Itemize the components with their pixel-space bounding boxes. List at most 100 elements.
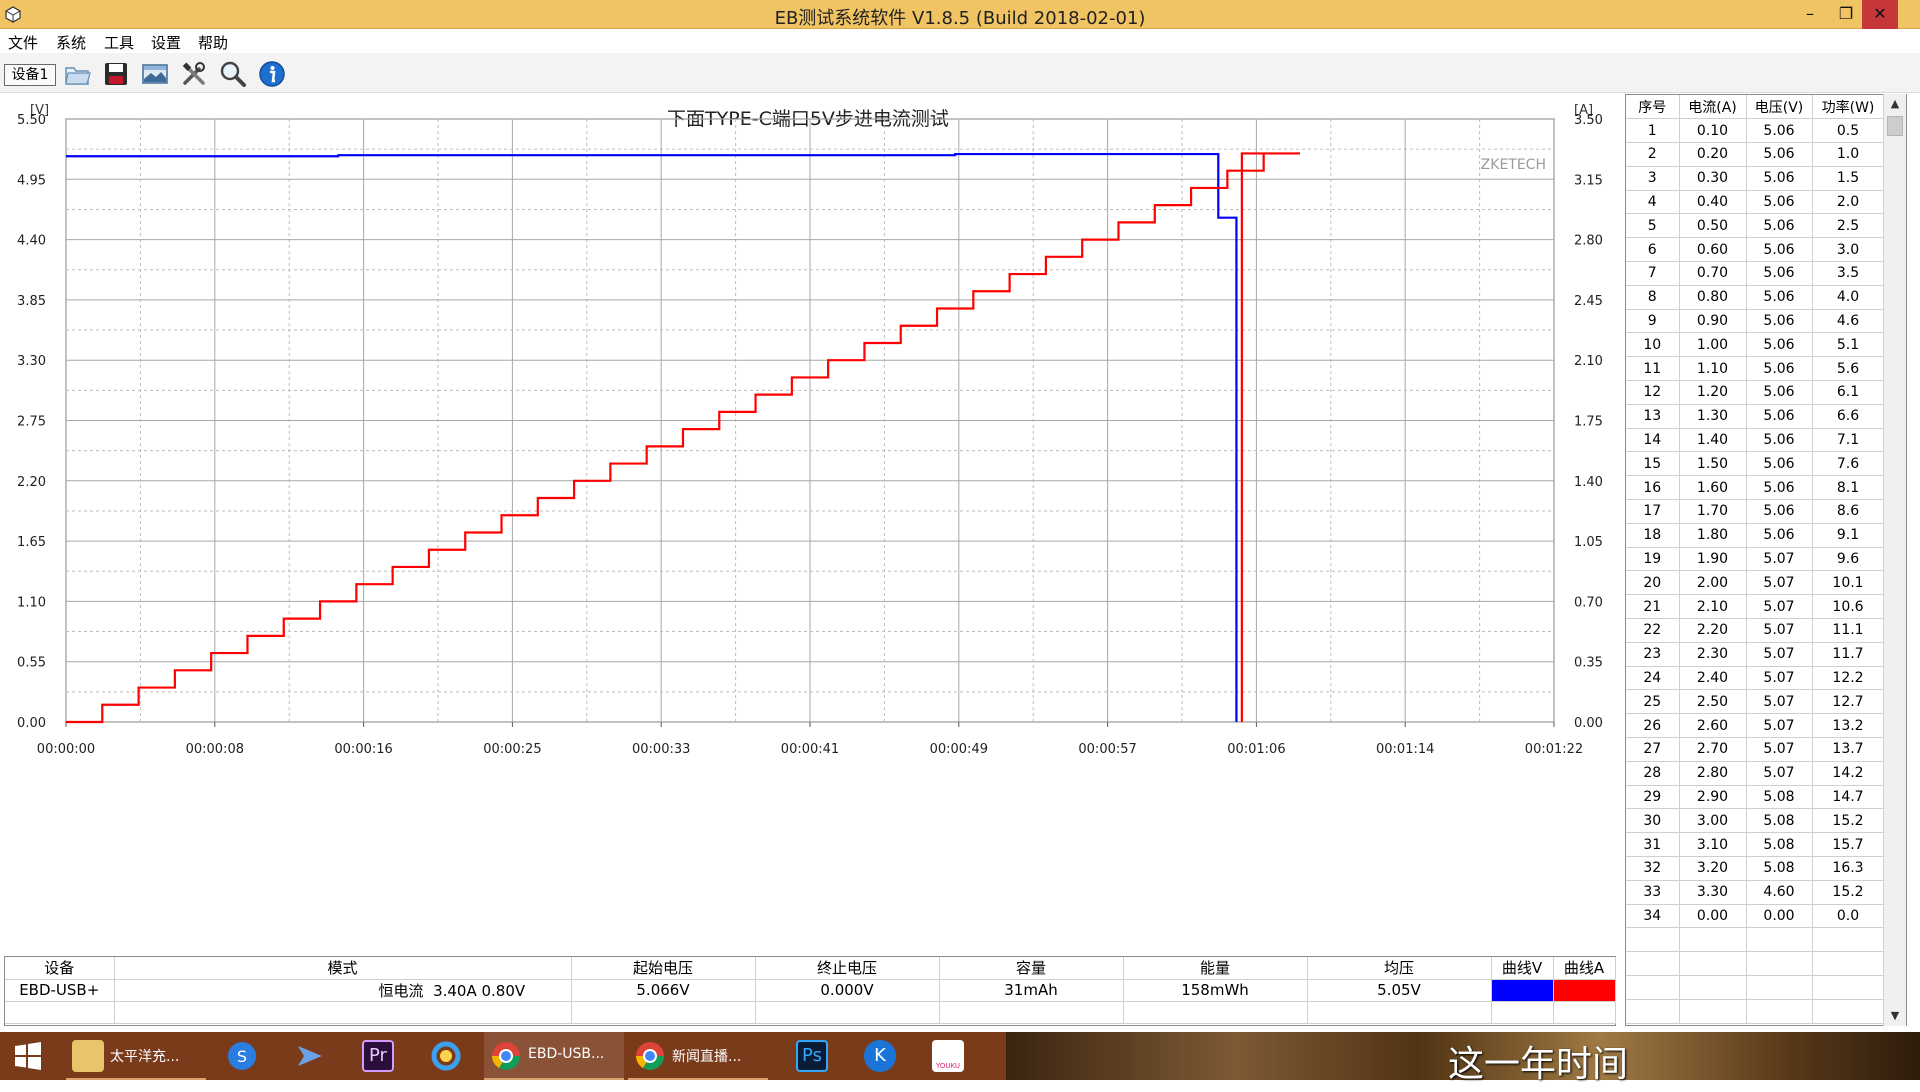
tools-icon[interactable] bbox=[179, 59, 209, 89]
cell-power: 13.7 bbox=[1812, 737, 1885, 762]
table-row[interactable]: 6 0.60 5.06 3.0 bbox=[1626, 237, 1885, 263]
cell-index: 24 bbox=[1626, 666, 1680, 691]
x-tick-label: 00:01:14 bbox=[1376, 742, 1434, 757]
table-scrollbar[interactable]: ▲ ▼ bbox=[1883, 94, 1906, 1026]
info-icon[interactable] bbox=[257, 59, 287, 89]
cell-index: 27 bbox=[1626, 737, 1680, 762]
summary-header-energy: 能量 bbox=[1123, 957, 1308, 980]
taskbar-item-chrome-news[interactable]: 新闻直播... bbox=[628, 1032, 768, 1080]
cell-current: 3.30 bbox=[1679, 880, 1747, 905]
cell-voltage: 5.08 bbox=[1746, 808, 1813, 834]
table-row[interactable]: 23 2.30 5.07 11.7 bbox=[1626, 642, 1885, 667]
picture-icon[interactable] bbox=[140, 59, 170, 89]
table-row[interactable]: 20 2.00 5.07 10.1 bbox=[1626, 570, 1885, 596]
table-row[interactable]: 14 1.40 5.06 7.1 bbox=[1626, 428, 1885, 453]
cell-current: 2.20 bbox=[1679, 618, 1747, 643]
youku-icon: YOUKU bbox=[932, 1040, 964, 1072]
table-row[interactable]: 4 0.40 5.06 2.0 bbox=[1626, 190, 1885, 215]
table-row[interactable]: 29 2.90 5.08 14.7 bbox=[1626, 785, 1885, 810]
current-series-line bbox=[66, 152, 1300, 724]
taskbar-item-youku[interactable]: YOUKU bbox=[922, 1032, 974, 1080]
taskbar-item-premiere[interactable]: Pr bbox=[352, 1032, 404, 1080]
cell-current: 0.90 bbox=[1679, 309, 1747, 334]
table-row[interactable]: 18 1.80 5.06 9.1 bbox=[1626, 523, 1885, 548]
table-row[interactable]: 3 0.30 5.06 1.5 bbox=[1626, 166, 1885, 191]
table-row[interactable]: 16 1.60 5.06 8.1 bbox=[1626, 475, 1885, 501]
table-row[interactable]: 17 1.70 5.06 8.6 bbox=[1626, 499, 1885, 524]
menu-help[interactable]: 帮助 bbox=[198, 32, 228, 53]
taskbar-item-kugou[interactable]: K bbox=[854, 1032, 906, 1080]
table-row[interactable]: 24 2.40 5.07 12.2 bbox=[1626, 666, 1885, 691]
table-row[interactable]: 30 3.00 5.08 15.2 bbox=[1626, 808, 1885, 834]
table-row[interactable]: 21 2.10 5.07 10.6 bbox=[1626, 594, 1885, 620]
table-row[interactable]: 25 2.50 5.07 12.7 bbox=[1626, 689, 1885, 715]
save-disk-icon[interactable] bbox=[101, 59, 131, 89]
header-index[interactable]: 序号 bbox=[1626, 95, 1680, 120]
taskbar-item-browser[interactable] bbox=[420, 1032, 472, 1080]
table-row[interactable]: 1 0.10 5.06 0.5 bbox=[1626, 118, 1885, 144]
table-row[interactable]: 2 0.20 5.06 1.0 bbox=[1626, 142, 1885, 167]
table-row[interactable]: 26 2.60 5.07 13.2 bbox=[1626, 713, 1885, 739]
cell-voltage: 5.06 bbox=[1746, 523, 1813, 548]
device-tab[interactable]: 设备1 bbox=[4, 64, 56, 86]
scroll-thumb[interactable] bbox=[1887, 116, 1903, 136]
table-row[interactable]: 7 0.70 5.06 3.5 bbox=[1626, 261, 1885, 286]
cell-power: 0.0 bbox=[1812, 904, 1885, 929]
cell-power: 4.0 bbox=[1812, 285, 1885, 310]
cell-power: 11.1 bbox=[1812, 618, 1885, 643]
cell-voltage: 5.07 bbox=[1746, 618, 1813, 643]
taskbar-item-photoshop[interactable]: Ps bbox=[786, 1032, 838, 1080]
table-row[interactable]: 15 1.50 5.06 7.6 bbox=[1626, 451, 1885, 477]
curve-v-swatch[interactable] bbox=[1491, 979, 1554, 1002]
taskbar-item-sogou[interactable]: S bbox=[216, 1032, 268, 1080]
taskbar-item-feishu[interactable] bbox=[284, 1032, 336, 1080]
cell-current: 3.20 bbox=[1679, 856, 1747, 881]
table-row[interactable]: 8 0.80 5.06 4.0 bbox=[1626, 285, 1885, 310]
y-left-tick-label: 3.85 bbox=[17, 294, 46, 309]
table-row[interactable]: 9 0.90 5.06 4.6 bbox=[1626, 309, 1885, 334]
table-row[interactable]: 19 1.90 5.07 9.6 bbox=[1626, 547, 1885, 572]
cell-voltage: 5.06 bbox=[1746, 118, 1813, 144]
table-row[interactable]: 28 2.80 5.07 14.2 bbox=[1626, 761, 1885, 786]
scroll-down-arrow-icon[interactable]: ▼ bbox=[1884, 1006, 1906, 1026]
y-left-tick-label: 2.20 bbox=[17, 475, 46, 490]
cell-current: 1.90 bbox=[1679, 547, 1747, 572]
table-row[interactable]: 13 1.30 5.06 6.6 bbox=[1626, 404, 1885, 429]
start-button[interactable] bbox=[0, 1032, 56, 1080]
open-folder-icon[interactable] bbox=[62, 59, 92, 89]
close-button[interactable]: ✕ bbox=[1862, 0, 1898, 29]
table-row[interactable]: 34 0.00 0.00 0.0 bbox=[1626, 904, 1885, 929]
menu-system[interactable]: 系统 bbox=[56, 32, 86, 53]
maximize-button[interactable]: ❐ bbox=[1828, 0, 1864, 29]
table-row[interactable]: 12 1.20 5.06 6.1 bbox=[1626, 380, 1885, 405]
cell-voltage: 5.06 bbox=[1746, 142, 1813, 167]
table-row[interactable]: 5 0.50 5.06 2.5 bbox=[1626, 213, 1885, 239]
table-row[interactable]: 27 2.70 5.07 13.7 bbox=[1626, 737, 1885, 762]
header-power[interactable]: 功率(W) bbox=[1812, 95, 1885, 120]
cell-power: 2.5 bbox=[1812, 213, 1885, 239]
table-row[interactable]: 11 1.10 5.06 5.6 bbox=[1626, 356, 1885, 382]
summary-data-row[interactable]: EBD-USB+ 恒电流 3.40A 0.80V 5.066V 0.000V 3… bbox=[5, 979, 1616, 1002]
magnifier-icon[interactable] bbox=[218, 59, 248, 89]
x-tick-label: 00:00:16 bbox=[334, 742, 392, 757]
y-right-tick-label: 3.50 bbox=[1574, 113, 1603, 128]
table-row[interactable]: 10 1.00 5.06 5.1 bbox=[1626, 332, 1885, 358]
table-row[interactable]: 31 3.10 5.08 15.7 bbox=[1626, 832, 1885, 857]
header-current[interactable]: 电流(A) bbox=[1679, 95, 1747, 120]
data-table: 序号 电流(A) 电压(V) 功率(W) 1 0.10 5.06 0.5 2 0.20 5.… bbox=[1626, 95, 1885, 1024]
table-row[interactable]: 32 3.20 5.08 16.3 bbox=[1626, 856, 1885, 881]
taskbar-item-folder[interactable]: 太平洋充... bbox=[66, 1032, 206, 1080]
curve-a-swatch[interactable] bbox=[1553, 979, 1616, 1002]
table-row[interactable]: 33 3.30 4.60 15.2 bbox=[1626, 880, 1885, 905]
taskbar-item-chrome-ebd[interactable]: EBD-USB... bbox=[484, 1032, 624, 1080]
table-row[interactable]: 22 2.20 5.07 11.1 bbox=[1626, 618, 1885, 643]
scroll-up-arrow-icon[interactable]: ▲ bbox=[1884, 94, 1906, 114]
cell-index: 2 bbox=[1626, 142, 1680, 167]
cell-power: 8.1 bbox=[1812, 475, 1885, 501]
cell-current: 2.40 bbox=[1679, 666, 1747, 691]
menu-tools[interactable]: 工具 bbox=[104, 32, 134, 53]
header-voltage[interactable]: 电压(V) bbox=[1746, 95, 1813, 120]
menu-settings[interactable]: 设置 bbox=[151, 32, 181, 53]
minimize-button[interactable]: – bbox=[1792, 0, 1828, 29]
menu-file[interactable]: 文件 bbox=[8, 32, 38, 53]
